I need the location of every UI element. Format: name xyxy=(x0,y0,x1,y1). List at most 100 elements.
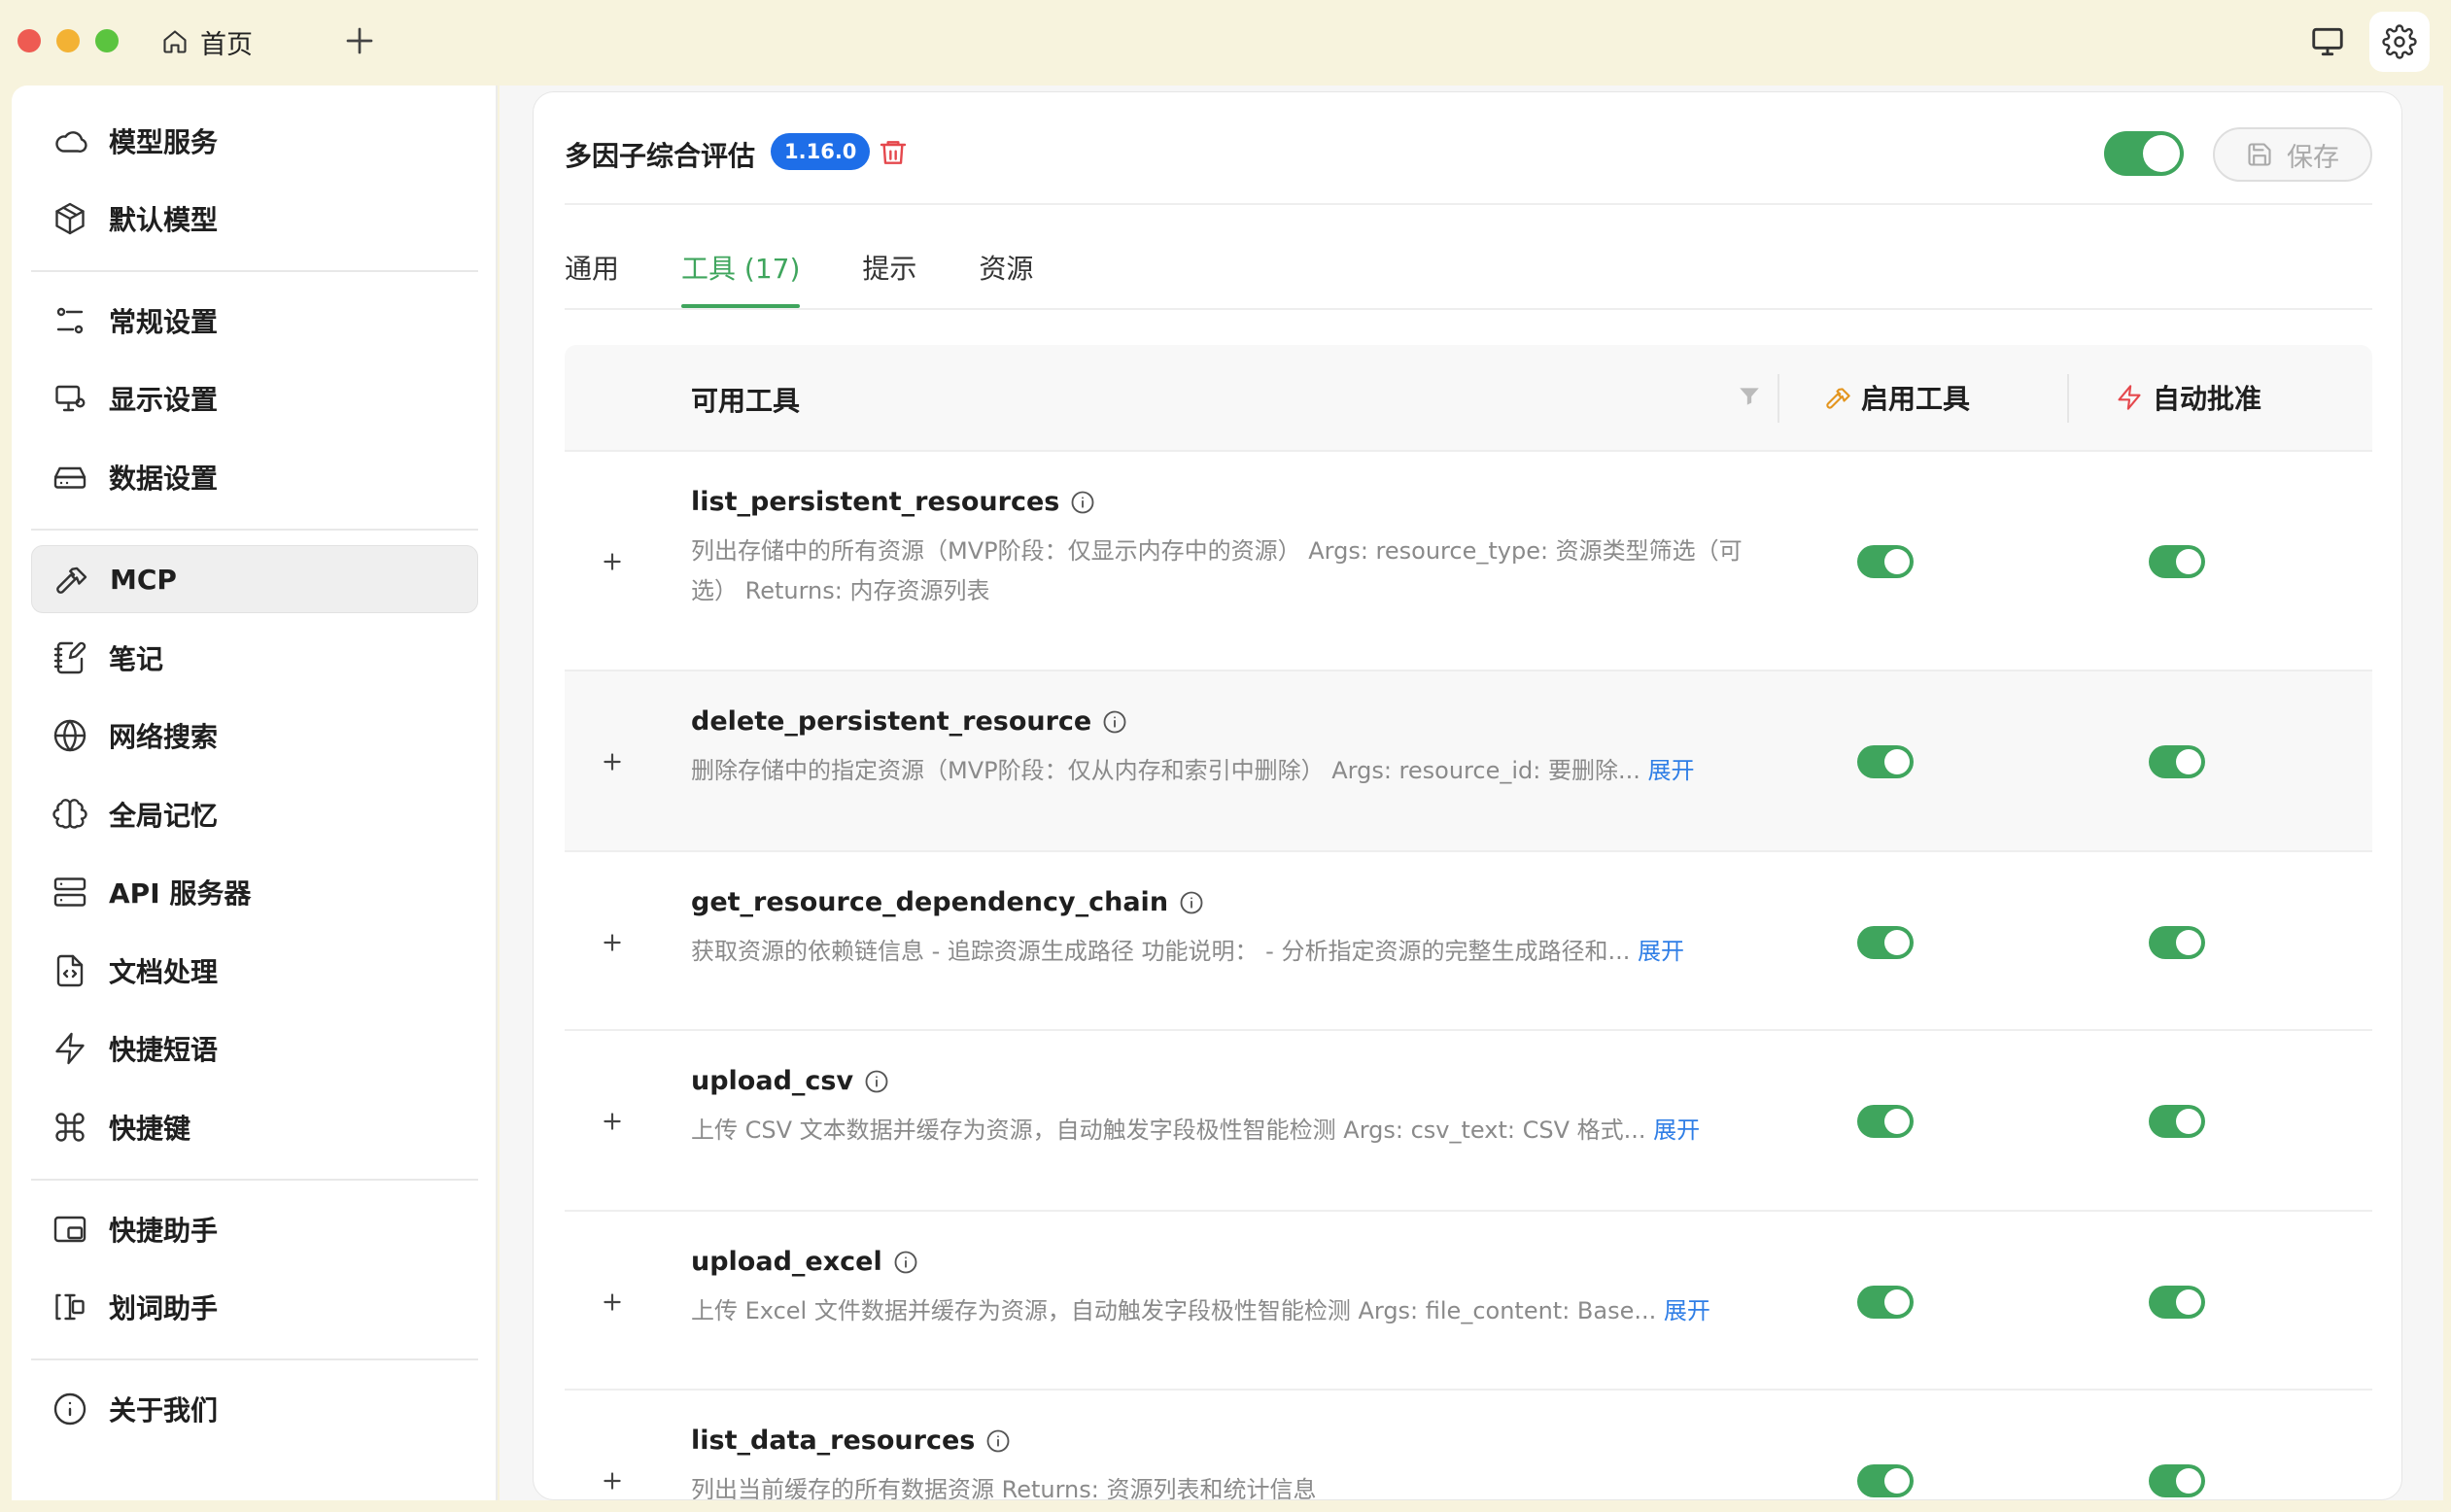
info-icon xyxy=(53,1392,86,1426)
column-header-enable-tool[interactable]: 启用工具 xyxy=(1824,378,1970,417)
file-code-icon xyxy=(56,954,84,987)
tool-description-text: 删除存储中的指定资源（MVP阶段：仅从内存和索引中删除） Args: resou… xyxy=(691,757,1640,784)
info-icon[interactable] xyxy=(1069,489,1096,516)
maximize-window-button[interactable] xyxy=(95,29,119,52)
auto-approve-toggle[interactable] xyxy=(2149,545,2205,578)
tab-general[interactable]: 通用 xyxy=(565,248,619,308)
info-icon[interactable] xyxy=(1178,889,1205,916)
tabs-divider xyxy=(565,308,2372,310)
sidebar-item-quick-phrases[interactable]: 快捷短语 xyxy=(31,1014,478,1082)
info-icon[interactable] xyxy=(984,1427,1012,1455)
sidebar-item-general-settings[interactable]: 常规设置 xyxy=(31,287,478,355)
sidebar-item-quick-assistant[interactable]: 快捷助手 xyxy=(31,1195,478,1263)
enable-tool-toggle[interactable] xyxy=(1857,1286,1914,1319)
expand-link[interactable]: 展开 xyxy=(1648,757,1695,784)
sidebar-divider xyxy=(31,1358,478,1360)
enable-tool-toggle[interactable] xyxy=(1857,1464,1914,1497)
sidebar-item-web-search[interactable]: 网络搜索 xyxy=(31,702,478,770)
tool-description: 列出存储中的所有资源（MVP阶段：仅显示内存中的资源） Args: resour… xyxy=(691,537,1743,604)
gear-icon xyxy=(2382,24,2417,59)
sidebar-item-display-settings[interactable]: 显示设置 xyxy=(31,364,478,432)
sidebar-item-notes[interactable]: 笔记 xyxy=(31,624,478,692)
sidebar-item-selection-assistant[interactable]: 划词助手 xyxy=(31,1273,478,1341)
sidebar-item-model-service[interactable]: 模型服务 xyxy=(31,107,478,175)
tab-prompts[interactable]: 提示 xyxy=(862,248,916,308)
sidebar-item-default-model[interactable]: 默认模型 xyxy=(31,185,478,253)
zap-icon xyxy=(55,1032,85,1065)
auto-approve-toggle[interactable] xyxy=(2149,745,2205,778)
plus-icon[interactable] xyxy=(342,23,377,58)
plus-icon[interactable] xyxy=(600,749,625,774)
tab-home-label: 首页 xyxy=(200,29,253,60)
hammer-icon xyxy=(1826,388,1850,409)
settings-sidebar: 模型服务 默认模型 常规设置 显示设置 数据设置 MCP 笔记 网络搜索 全局记… xyxy=(12,86,498,1500)
plus-icon[interactable] xyxy=(600,1468,625,1494)
sidebar-item-label: 常规设置 xyxy=(109,306,219,338)
hard-drive-icon xyxy=(53,466,86,489)
tool-description: 删除存储中的指定资源（MVP阶段：仅从内存和索引中删除） Args: resou… xyxy=(691,751,1750,791)
expand-link[interactable]: 展开 xyxy=(1664,1297,1710,1324)
filter-icon[interactable] xyxy=(1737,384,1762,409)
column-separator xyxy=(1778,374,1779,423)
sidebar-item-api-server[interactable]: API 服务器 xyxy=(31,858,478,926)
tools-table-header: 可用工具 启用工具 自动批准 xyxy=(565,345,2372,452)
tool-name: get_resource_dependency_chain xyxy=(691,887,1205,917)
tab-home[interactable]: 首页 xyxy=(161,21,253,62)
hammer-icon xyxy=(56,567,87,594)
sidebar-item-label: 文档处理 xyxy=(109,956,219,988)
sliders-icon xyxy=(56,307,84,334)
info-icon[interactable] xyxy=(892,1249,919,1276)
sidebar-item-data-settings[interactable]: 数据设置 xyxy=(31,443,478,511)
command-icon xyxy=(55,1113,85,1142)
save-button[interactable]: 保存 xyxy=(2213,127,2372,182)
cloud-icon xyxy=(55,131,87,153)
sidebar-item-document-processing[interactable]: 文档处理 xyxy=(31,937,478,1005)
globe-icon xyxy=(53,719,86,752)
auto-approve-toggle[interactable] xyxy=(2149,1464,2205,1497)
sidebar-item-label: API 服务器 xyxy=(109,877,252,910)
table-row: delete_persistent_resource 删除存储中的指定资源（MV… xyxy=(565,671,2372,852)
tool-description: 上传 Excel 文件数据并缓存为资源，自动触发字段极性智能检测 Args: f… xyxy=(691,1291,1750,1331)
settings-button[interactable] xyxy=(2369,12,2430,72)
trash-icon[interactable] xyxy=(878,137,909,168)
plus-icon[interactable] xyxy=(600,1109,625,1134)
sidebar-item-about[interactable]: 关于我们 xyxy=(31,1375,478,1443)
info-icon[interactable] xyxy=(863,1068,890,1095)
sidebar-item-global-memory[interactable]: 全局记忆 xyxy=(31,780,478,848)
plus-icon[interactable] xyxy=(600,930,625,955)
tool-description: 获取资源的依赖链信息 - 追踪资源生成路径 功能说明： - 分析指定资源的完整生… xyxy=(691,932,1750,972)
monitor-icon[interactable] xyxy=(2309,23,2346,60)
title-bar: 首页 xyxy=(0,0,2451,84)
auto-approve-toggle[interactable] xyxy=(2149,926,2205,959)
tab-tools[interactable]: 工具 (17) xyxy=(681,248,801,308)
enable-tool-toggle[interactable] xyxy=(1857,545,1914,578)
sidebar-item-shortcuts[interactable]: 快捷键 xyxy=(31,1093,478,1161)
tool-name-text: list_data_resources xyxy=(691,1426,976,1456)
enable-tool-toggle[interactable] xyxy=(1857,1105,1914,1138)
column-header-auto-approve[interactable]: 自动批准 xyxy=(2116,378,2261,417)
tool-name-text: get_resource_dependency_chain xyxy=(691,887,1169,917)
enable-tool-toggle[interactable] xyxy=(1857,745,1914,778)
expand-link[interactable]: 展开 xyxy=(1653,1117,1700,1144)
info-icon[interactable] xyxy=(1101,708,1128,736)
tool-description: 上传 CSV 文本数据并缓存为资源，自动触发字段极性智能检测 Args: csv… xyxy=(691,1111,1750,1151)
close-window-button[interactable] xyxy=(17,29,41,52)
sidebar-item-mcp[interactable]: MCP xyxy=(31,545,478,613)
sidebar-item-label: 笔记 xyxy=(109,643,164,675)
sidebar-item-label: MCP xyxy=(110,563,177,596)
tool-name-text: delete_persistent_resource xyxy=(691,706,1092,737)
app-window-icon xyxy=(53,1216,86,1243)
sidebar-item-label: 数据设置 xyxy=(109,463,219,495)
server-tabs: 通用 工具 (17) 提示 资源 xyxy=(565,248,1095,308)
tab-resources[interactable]: 资源 xyxy=(979,248,1033,308)
auto-approve-toggle[interactable] xyxy=(2149,1105,2205,1138)
sidebar-divider xyxy=(31,1179,478,1181)
server-enable-toggle[interactable] xyxy=(2104,131,2184,176)
auto-approve-toggle[interactable] xyxy=(2149,1286,2205,1319)
plus-icon[interactable] xyxy=(600,1289,625,1315)
plus-icon[interactable] xyxy=(600,549,625,574)
expand-link[interactable]: 展开 xyxy=(1638,938,1684,965)
enable-tool-toggle[interactable] xyxy=(1857,926,1914,959)
tool-description-text: 上传 Excel 文件数据并缓存为资源，自动触发字段极性智能检测 Args: f… xyxy=(691,1297,1657,1324)
minimize-window-button[interactable] xyxy=(56,29,80,52)
